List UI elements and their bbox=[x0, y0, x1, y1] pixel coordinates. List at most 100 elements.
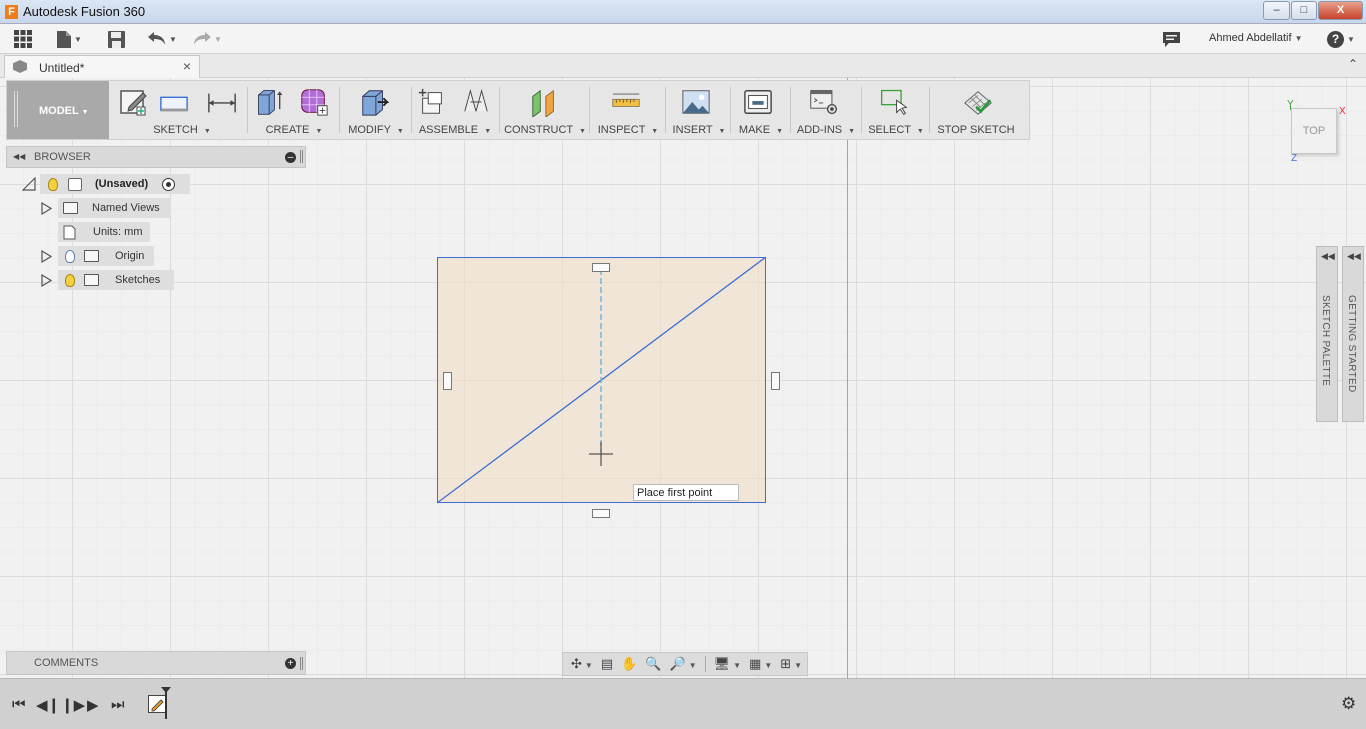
timeline-sketch-feature-icon[interactable] bbox=[148, 695, 166, 713]
browser-item-root[interactable]: (Unsaved) bbox=[40, 174, 190, 194]
3d-print-icon bbox=[744, 90, 772, 114]
browser-item-origin[interactable]: Origin bbox=[58, 246, 154, 266]
navbar-separator bbox=[704, 656, 706, 672]
form-icon bbox=[301, 89, 328, 116]
view-cube-axis-x: X bbox=[1339, 106, 1346, 117]
make-group[interactable]: MAKE ▼ bbox=[733, 81, 789, 139]
visibility-bulb-icon[interactable] bbox=[48, 177, 58, 191]
restore-button[interactable]: □ bbox=[1291, 1, 1317, 20]
modify-group[interactable]: MODIFY ▼ bbox=[343, 81, 409, 139]
measure-icon bbox=[612, 93, 640, 107]
pan-hand-icon[interactable]: ✋ bbox=[621, 656, 637, 672]
help-icon: ? bbox=[1327, 30, 1344, 48]
save-button[interactable] bbox=[108, 29, 125, 49]
window-title: Autodesk Fusion 360 bbox=[23, 4, 146, 19]
minimize-browser-button[interactable]: – bbox=[285, 152, 296, 163]
component-icon bbox=[68, 177, 82, 191]
visibility-bulb-icon[interactable] bbox=[65, 273, 75, 287]
stop-sketch-button[interactable]: STOP SKETCH bbox=[933, 81, 1019, 139]
browser-panel-header[interactable]: ◀◀ BROWSER – bbox=[6, 146, 306, 168]
view-cube[interactable]: TOP bbox=[1291, 108, 1337, 154]
view-cube-face-top[interactable]: TOP bbox=[1303, 125, 1325, 137]
toolbar-grip-icon bbox=[14, 91, 18, 127]
toolbar-separator bbox=[411, 87, 412, 133]
rectangle-icon bbox=[160, 96, 188, 112]
comments-panel-header[interactable]: COMMENTS + bbox=[6, 651, 306, 675]
workspace-switcher[interactable]: MODEL ▼ bbox=[7, 81, 109, 139]
close-window-button[interactable]: X bbox=[1318, 1, 1363, 20]
fusion-app-icon: F bbox=[5, 5, 18, 19]
step-back-icon[interactable]: ◀❙ bbox=[36, 696, 60, 714]
assemble-group[interactable]: ASSEMBLE ▼ bbox=[413, 81, 497, 139]
timeline-settings-gear-icon[interactable]: ⚙ bbox=[1341, 694, 1356, 714]
close-tab-button[interactable]: × bbox=[183, 58, 191, 74]
add-ins-group[interactable]: ADD-INS ▼ bbox=[793, 81, 859, 139]
browser-item-units[interactable]: Units: mm bbox=[58, 222, 150, 242]
browser-item-label: Origin bbox=[115, 250, 145, 262]
select-group[interactable]: SELECT ▼ bbox=[865, 81, 927, 139]
insert-group[interactable]: INSERT ▼ bbox=[669, 81, 729, 139]
comments-icon[interactable] bbox=[1163, 29, 1180, 49]
undo-button[interactable]: ▼ bbox=[148, 29, 177, 49]
browser-grip-icon[interactable] bbox=[300, 150, 303, 163]
browser-item-named-views[interactable]: Named Views bbox=[58, 198, 170, 218]
go-to-end-icon[interactable]: ⏭ bbox=[111, 696, 125, 713]
viewports-icon[interactable]: ⊞ ▼ bbox=[780, 656, 802, 672]
navigation-bar: ✣ ▼ ▤ ✋ 🔍 🔎 ▼ 🖥 ▼ ▦ ▼ ⊞ ▼ bbox=[562, 652, 808, 676]
browser-item-sketches[interactable]: Sketches bbox=[58, 270, 174, 290]
construct-group[interactable]: CONSTRUCT ▼ bbox=[503, 81, 587, 139]
expand-sketches-icon[interactable] bbox=[41, 274, 52, 287]
display-settings-icon[interactable]: 🖥 ▼ bbox=[714, 656, 741, 672]
file-menu-button[interactable]: ▼ bbox=[57, 29, 82, 49]
zoom-window-icon[interactable]: 🔎 ▼ bbox=[670, 656, 697, 672]
y-axis-line bbox=[847, 78, 848, 678]
tab-label: Untitled* bbox=[39, 61, 85, 75]
create-group[interactable]: CREATE ▼ bbox=[251, 81, 337, 139]
offset-plane-icon bbox=[532, 89, 554, 117]
minimize-button[interactable]: – bbox=[1263, 1, 1290, 20]
timeline-bar: ⏮ ◀❙ ❙▶ ▶ ⏭ ⚙ bbox=[0, 678, 1366, 729]
dimension-icon bbox=[208, 93, 236, 113]
add-comment-button[interactable]: + bbox=[285, 658, 296, 669]
document-tab-bar: Untitled* × ⌃ bbox=[0, 54, 1366, 78]
timeline-marker[interactable] bbox=[165, 689, 167, 719]
expand-origin-icon[interactable] bbox=[41, 250, 52, 263]
step-forward-icon[interactable]: ❙▶ bbox=[61, 696, 85, 714]
collapse-tabs-chevron-icon[interactable]: ⌃ bbox=[1348, 57, 1358, 71]
comments-grip-icon[interactable] bbox=[300, 657, 303, 670]
expand-named-views-icon[interactable] bbox=[41, 202, 52, 215]
dimension-handle-top[interactable] bbox=[592, 263, 610, 272]
sketch-group[interactable]: SKETCH ▼ bbox=[115, 81, 249, 139]
sketch-palette-tab[interactable]: ◀◀ SKETCH PALETTE bbox=[1316, 246, 1338, 422]
look-at-icon[interactable]: ▤ bbox=[601, 656, 613, 672]
application-bar: ▼ ▼ ▼ Ahmed Abdellatif ▼ ? ▼ bbox=[0, 24, 1366, 54]
play-icon[interactable]: ▶ bbox=[87, 696, 99, 714]
cursor-tooltip: Place first point bbox=[633, 484, 739, 501]
sketch-lines bbox=[437, 257, 767, 504]
zoom-icon[interactable]: 🔍 bbox=[645, 656, 661, 672]
collapse-left-icon[interactable]: ◀◀ bbox=[13, 152, 25, 161]
app-grid-icon[interactable] bbox=[14, 29, 32, 49]
dimension-handle-bottom[interactable] bbox=[592, 509, 610, 518]
help-button[interactable]: ? ▼ bbox=[1327, 29, 1355, 49]
grid-settings-icon[interactable]: ▦ ▼ bbox=[749, 656, 772, 672]
activate-radio-icon[interactable] bbox=[162, 177, 176, 191]
joint-icon bbox=[464, 88, 488, 112]
redo-button[interactable]: ▼ bbox=[193, 29, 222, 49]
getting-started-tab[interactable]: ◀◀ GETTING STARTED bbox=[1342, 246, 1364, 422]
browser-title: BROWSER bbox=[34, 151, 91, 163]
create-sketch-icon bbox=[120, 90, 147, 116]
user-account-menu[interactable]: Ahmed Abdellatif ▼ bbox=[1209, 32, 1302, 44]
orbit-icon[interactable]: ✣ ▼ bbox=[571, 656, 593, 672]
collapse-root-icon[interactable] bbox=[22, 177, 36, 191]
browser-item-label: Named Views bbox=[92, 202, 160, 214]
sketch-palette-label: SKETCH PALETTE bbox=[1320, 295, 1331, 387]
tab-untitled[interactable]: Untitled* × bbox=[4, 55, 200, 78]
document-settings-icon bbox=[63, 225, 76, 239]
go-to-start-icon[interactable]: ⏮ bbox=[12, 696, 26, 713]
visibility-bulb-off-icon[interactable] bbox=[65, 249, 75, 263]
inspect-group[interactable]: INSPECT ▼ bbox=[593, 81, 663, 139]
dimension-handle-right[interactable] bbox=[771, 372, 780, 390]
timeline-marker-handle-icon[interactable] bbox=[161, 687, 171, 693]
dimension-handle-left[interactable] bbox=[443, 372, 452, 390]
